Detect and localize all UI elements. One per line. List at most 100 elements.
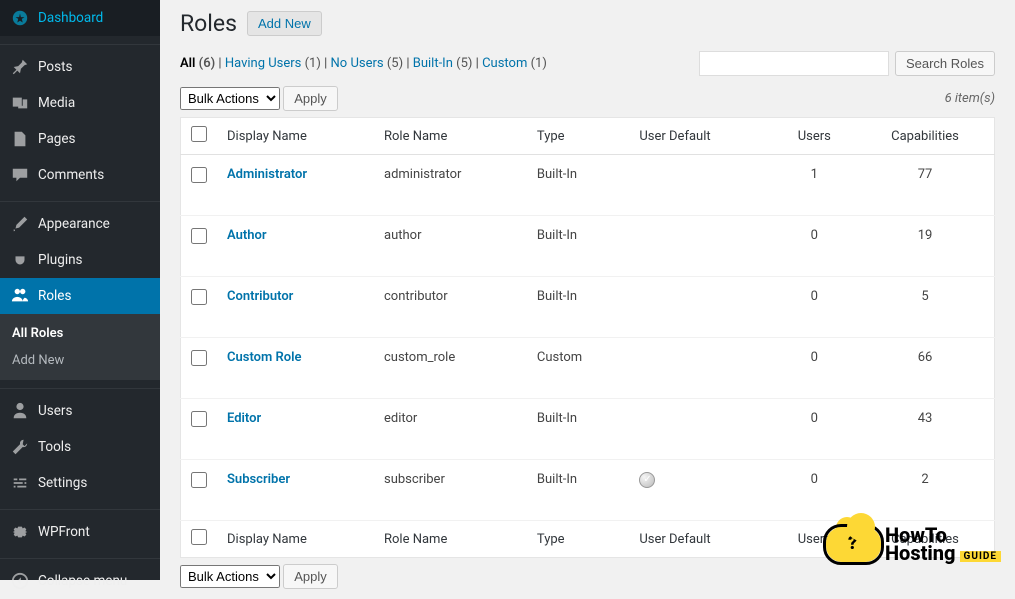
select-all-checkbox-bottom[interactable] <box>191 529 207 545</box>
sidebar-item-appearance[interactable]: Appearance <box>0 206 160 242</box>
sidebar-item-label: Tools <box>38 439 71 455</box>
type-cell: Built-In <box>527 399 629 460</box>
col-type[interactable]: Type <box>527 118 629 155</box>
role-link[interactable]: Subscriber <box>227 472 290 487</box>
filter-links: All (6) | Having Users (1) | No Users (5… <box>180 56 547 71</box>
type-cell: Built-In <box>527 277 629 338</box>
watermark: ? HowTo HostingGUIDE <box>826 526 1001 562</box>
sidebar-item-settings[interactable]: Settings <box>0 465 160 501</box>
role-link[interactable]: Author <box>227 228 267 243</box>
caps-cell: 43 <box>856 399 995 460</box>
gear-icon <box>10 522 30 542</box>
bulk-actions-select-bottom[interactable]: Bulk Actions <box>180 565 280 588</box>
type-cell: Custom <box>527 338 629 399</box>
pages-icon <box>10 129 30 149</box>
row-checkbox[interactable] <box>191 228 207 244</box>
role-name-cell: custom_role <box>374 338 527 399</box>
sidebar-item-tools[interactable]: Tools <box>0 429 160 465</box>
comment-icon <box>10 165 30 185</box>
submenu-item-add-new[interactable]: Add New <box>0 347 160 374</box>
sidebar-item-posts[interactable]: Posts <box>0 49 160 85</box>
table-row: AuthorauthorBuilt-In019 <box>181 216 995 277</box>
main-content: Roles Add New All (6) | Having Users (1)… <box>160 0 1015 580</box>
role-link[interactable]: Editor <box>227 411 261 426</box>
sidebar-item-label: Users <box>38 403 72 419</box>
role-link[interactable]: Administrator <box>227 167 307 182</box>
row-checkbox[interactable] <box>191 472 207 488</box>
table-row: Custom Role custom_roleCustom 066 <box>181 338 995 399</box>
row-checkbox[interactable] <box>191 167 207 183</box>
users-icon <box>10 286 30 306</box>
items-count: 6 item(s) <box>945 91 995 106</box>
default-cell <box>629 155 772 216</box>
sidebar-item-label: Settings <box>38 475 87 491</box>
table-row: SubscribersubscriberBuilt-In02 <box>181 460 995 521</box>
check-icon <box>639 472 655 488</box>
role-link[interactable]: Custom Role <box>227 350 302 365</box>
col-capabilities[interactable]: Capabilities <box>856 118 995 155</box>
default-cell <box>629 460 772 521</box>
users-cell: 0 <box>773 338 856 399</box>
role-name-cell: contributor <box>374 277 527 338</box>
role-link[interactable]: Contributor <box>227 289 293 304</box>
table-row: Administrator administratorBuilt-In 177 <box>181 155 995 216</box>
filter-builtin[interactable]: Built-In (5) <box>413 56 473 71</box>
sliders-icon <box>10 473 30 493</box>
default-cell <box>629 277 772 338</box>
sidebar-item-label: Collapse menu <box>38 573 127 589</box>
select-all-checkbox[interactable] <box>191 126 207 142</box>
users-cell: 0 <box>773 277 856 338</box>
apply-button-bottom[interactable]: Apply <box>283 564 338 589</box>
dashboard-icon <box>10 8 30 28</box>
roles-table: Display Name Role Name Type User Default… <box>180 117 995 558</box>
sidebar-item-roles[interactable]: Roles <box>0 278 160 314</box>
media-icon <box>10 93 30 113</box>
sidebar-item-media[interactable]: Media <box>0 85 160 121</box>
filter-having-users[interactable]: Having Users (1) <box>225 56 321 71</box>
caps-cell: 2 <box>856 460 995 521</box>
submenu-item-all-roles[interactable]: All Roles <box>0 320 160 347</box>
col-users[interactable]: Users <box>773 118 856 155</box>
row-checkbox[interactable] <box>191 289 207 305</box>
sidebar-item-label: WPFront <box>38 524 90 540</box>
table-row: ContributorcontributorBuilt-In05 <box>181 277 995 338</box>
table-row: Editor editorBuilt-In 043 <box>181 399 995 460</box>
filter-no-users[interactable]: No Users (5) <box>331 56 404 71</box>
apply-button[interactable]: Apply <box>283 86 338 111</box>
sidebar-item-pages[interactable]: Pages <box>0 121 160 157</box>
sidebar-item-label: Pages <box>38 131 76 147</box>
sidebar-item-comments[interactable]: Comments <box>0 157 160 193</box>
row-checkbox[interactable] <box>191 411 207 427</box>
col-user-default[interactable]: User Default <box>629 118 772 155</box>
sidebar-item-dashboard[interactable]: Dashboard <box>0 0 160 36</box>
sidebar-item-plugins[interactable]: Plugins <box>0 242 160 278</box>
page-title: Roles <box>180 10 237 37</box>
filter-all[interactable]: All (6) <box>180 56 215 71</box>
caps-cell: 66 <box>856 338 995 399</box>
default-cell <box>629 338 772 399</box>
search-input[interactable] <box>699 51 889 76</box>
sidebar-item-users[interactable]: Users <box>0 393 160 429</box>
type-cell: Built-In <box>527 155 629 216</box>
search-button[interactable]: Search Roles <box>895 51 995 76</box>
caps-cell: 77 <box>856 155 995 216</box>
role-name-cell: administrator <box>374 155 527 216</box>
add-new-button[interactable]: Add New <box>247 11 322 36</box>
sidebar-item-label: Comments <box>38 167 104 183</box>
sidebar-item-wpfront[interactable]: WPFront <box>0 514 160 550</box>
filter-custom[interactable]: Custom (1) <box>482 56 547 71</box>
collapse-icon <box>10 571 30 591</box>
caps-cell: 19 <box>856 216 995 277</box>
role-name-cell: editor <box>374 399 527 460</box>
row-checkbox[interactable] <box>191 350 207 366</box>
default-cell <box>629 216 772 277</box>
sidebar-item-collapse-menu[interactable]: Collapse menu <box>0 563 160 599</box>
bulk-actions-select[interactable]: Bulk Actions <box>180 87 280 110</box>
users-cell: 1 <box>773 155 856 216</box>
sidebar-item-label: Media <box>38 95 75 111</box>
col-role-name[interactable]: Role Name <box>374 118 527 155</box>
users-cell: 0 <box>773 399 856 460</box>
col-display-name[interactable]: Display Name <box>217 118 374 155</box>
user-icon <box>10 401 30 421</box>
default-cell <box>629 399 772 460</box>
